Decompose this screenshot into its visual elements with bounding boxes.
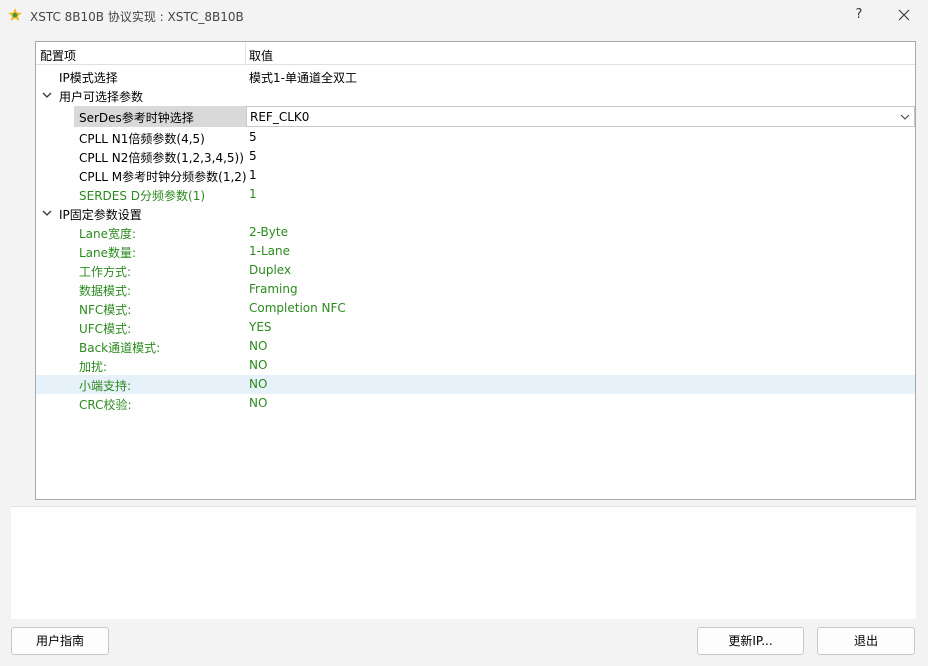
table-row-lane-count[interactable]: Lane数量: 1-Lane [36, 242, 915, 261]
chevron-down-icon[interactable] [41, 89, 53, 101]
window-title: XSTC 8B10B 协议实现 : XSTC_8B10B [30, 10, 244, 24]
table-row-little-endian[interactable]: 小端支持: NO [36, 375, 915, 394]
row-value: YES [249, 320, 272, 334]
app-logo-icon [8, 8, 22, 21]
table-row-back-channel[interactable]: Back通道模式: NO [36, 337, 915, 356]
header-value: 取值 [249, 49, 274, 63]
update-ip-button[interactable]: 更新IP... [697, 627, 804, 655]
row-value: Duplex [249, 263, 292, 277]
table-row-work-mode[interactable]: 工作方式: Duplex [36, 261, 915, 280]
group-label: IP固定参数设置 [59, 208, 142, 222]
row-label: SerDes参考时钟选择 [79, 111, 194, 125]
row-label: 小端支持: [79, 379, 132, 393]
row-label: IP模式选择 [59, 71, 118, 85]
row-value[interactable]: 5 [249, 149, 257, 163]
row-value: NO [249, 339, 268, 353]
row-value: Completion NFC [249, 301, 346, 315]
table-row-cpll-n1[interactable]: CPLL N1倍频参数(4,5) 5 [36, 128, 915, 147]
row-value: 1-Lane [249, 244, 290, 258]
row-label: UFC模式: [79, 322, 132, 336]
output-log-area[interactable] [11, 506, 916, 619]
row-value: 2-Byte [249, 225, 288, 239]
help-button[interactable]: ? [846, 3, 872, 27]
table-row-serdes-d[interactable]: SERDES D分频参数(1) 1 [36, 185, 915, 204]
table-header: 配置项 取值 [36, 42, 915, 65]
table-row-ufc-mode[interactable]: UFC模式: YES [36, 318, 915, 337]
close-button[interactable] [890, 3, 918, 27]
group-label: 用户可选择参数 [59, 90, 144, 104]
table-row-lane-width[interactable]: Lane宽度: 2-Byte [36, 223, 915, 242]
table-row-ip-mode[interactable]: IP模式选择 模式1-单通道全双工 [36, 67, 915, 86]
row-label: 加扰: [79, 360, 108, 374]
row-label: Lane数量: [79, 246, 137, 260]
row-label: NFC模式: [79, 303, 132, 317]
table-row-data-mode[interactable]: 数据模式: Framing [36, 280, 915, 299]
exit-button[interactable]: 退出 [817, 627, 915, 655]
table-row-cpll-m[interactable]: CPLL M参考时钟分频参数(1,2) 1 [36, 166, 915, 185]
header-config-item: 配置项 [40, 49, 77, 63]
row-label: CPLL N1倍频参数(4,5) [79, 132, 205, 146]
row-value: Framing [249, 282, 298, 296]
table-row-nfc-mode[interactable]: NFC模式: Completion NFC [36, 299, 915, 318]
row-value[interactable]: 1 [249, 168, 257, 182]
serdes-refclk-label-cell[interactable]: SerDes参考时钟选择 [74, 106, 246, 127]
row-value: NO [249, 377, 268, 391]
row-value: NO [249, 396, 268, 410]
chevron-down-icon[interactable] [41, 207, 53, 219]
group-user-params[interactable]: 用户可选择参数 [36, 86, 915, 105]
user-guide-button[interactable]: 用户指南 [11, 627, 109, 655]
row-label: 数据模式: [79, 284, 132, 298]
row-value[interactable]: 5 [249, 130, 257, 144]
close-icon [898, 9, 910, 21]
serdes-refclk-select[interactable]: REF_CLK0 [246, 106, 915, 127]
chevron-down-icon [900, 114, 910, 120]
table-row-scramble[interactable]: 加扰: NO [36, 356, 915, 375]
table-row-cpll-n2[interactable]: CPLL N2倍频参数(1,2,3,4,5)) 5 [36, 147, 915, 166]
row-label: SERDES D分频参数(1) [79, 189, 206, 203]
row-label: Lane宽度: [79, 227, 137, 241]
row-value: NO [249, 358, 268, 372]
row-label: CPLL N2倍频参数(1,2,3,4,5)) [79, 151, 244, 165]
row-label: 工作方式: [79, 265, 132, 279]
title-bar: XSTC 8B10B 协议实现 : XSTC_8B10B ? [0, 0, 928, 30]
config-tree-table[interactable]: 配置项 取值 IP模式选择 模式1-单通道全双工 用户可选择参数 SerDes参… [35, 41, 916, 500]
row-label: CPLL M参考时钟分频参数(1,2) [79, 170, 247, 184]
header-divider [245, 42, 246, 65]
row-value: 模式1-单通道全双工 [249, 71, 357, 85]
row-value: 1 [249, 187, 257, 201]
select-value: REF_CLK0 [250, 110, 310, 124]
row-label: CRC校验: [79, 398, 132, 412]
row-label: Back通道模式: [79, 341, 161, 355]
group-fixed-params[interactable]: IP固定参数设置 [36, 204, 915, 223]
table-row-crc[interactable]: CRC校验: NO [36, 394, 915, 413]
